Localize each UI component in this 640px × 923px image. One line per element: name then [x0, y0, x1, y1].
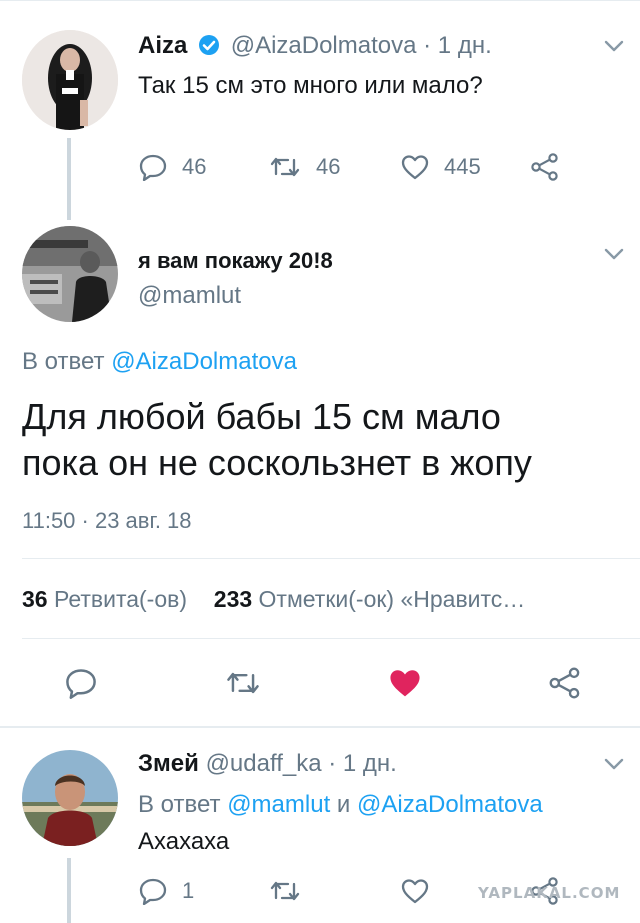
avatar-photo-aiza [22, 30, 118, 130]
reply-button[interactable]: 1 [138, 877, 268, 905]
like-button[interactable]: 445 [400, 153, 530, 181]
avatar[interactable] [22, 750, 118, 846]
reply-context: В ответ @AizaDolmatova [22, 348, 297, 376]
tweet-text: Ахахаха [138, 828, 230, 855]
share-icon [548, 666, 582, 700]
thread-line [67, 138, 71, 220]
tweet-header: Змей @udaff_ka · 1 дн. [138, 750, 397, 778]
reply-count: 1 [182, 878, 195, 903]
author-handle[interactable]: @udaff_ka [206, 750, 322, 777]
engagement-stats: 36 Ретвита(-ов) 233 Отметки(-ок) «Нравит… [22, 586, 525, 613]
retweet-button[interactable]: 46 [268, 154, 400, 180]
tweet-header: Aiza @AizaDolmatova · 1 дн. [138, 32, 492, 63]
author-handle[interactable]: @AizaDolmatova [231, 32, 417, 59]
reply-to-link[interactable]: @AizaDolmatova [357, 791, 543, 818]
retweet-icon [268, 878, 302, 904]
author-name[interactable]: Змей [138, 750, 199, 777]
tweet-time: · 1 дн. [423, 32, 492, 59]
tweet-text: Для любой бабы 15 см мало пока он не сос… [22, 394, 532, 486]
tweet-text-line: пока он не соскользнет в жопу [22, 442, 532, 483]
reply-to-link[interactable]: @AizaDolmatova [111, 348, 297, 375]
reply-count: 46 [182, 154, 207, 179]
chevron-down-icon[interactable] [604, 244, 624, 267]
reply-icon [138, 153, 168, 181]
reply-icon [64, 667, 98, 699]
author-name[interactable]: Aiza [138, 32, 187, 59]
tweet-timestamp: 11:50 · 23 авг. 18 [22, 508, 192, 533]
tweet-actions [64, 666, 582, 700]
watermark: YAPLAKAL.COM [478, 884, 621, 902]
retweets-count[interactable]: 36 [22, 586, 48, 612]
retweet-button[interactable] [268, 878, 400, 904]
avatar-photo-udaff [22, 750, 118, 846]
author-handle[interactable]: @mamlut [138, 282, 241, 310]
verified-icon [198, 34, 220, 63]
share-button[interactable] [548, 666, 582, 700]
reply-prefix: В ответ [138, 791, 221, 818]
reply-prefix: В ответ [22, 348, 105, 375]
retweet-button[interactable] [224, 668, 386, 698]
thread-line [67, 858, 71, 923]
tweet-time: · 1 дн. [328, 750, 397, 777]
like-icon [400, 877, 430, 905]
reply-to-link[interactable]: @mamlut [227, 791, 330, 818]
like-icon-active [386, 666, 424, 700]
share-button[interactable] [530, 152, 560, 182]
reply-icon [138, 877, 168, 905]
tweet-text: Так 15 см это много или мало? [138, 72, 483, 99]
retweets-label[interactable]: Ретвита(-ов) [54, 586, 187, 612]
chevron-down-icon[interactable] [604, 36, 624, 59]
like-icon [400, 153, 430, 181]
reply-and: и [336, 791, 351, 818]
like-count: 445 [444, 154, 481, 179]
avatar[interactable] [22, 30, 118, 130]
avatar-photo-mamlut [22, 226, 118, 322]
divider [22, 558, 640, 559]
reply-context: В ответ @mamlut и @AizaDolmatova [138, 791, 543, 819]
tweet-text-line: Для любой бабы 15 см мало [22, 396, 501, 437]
divider [22, 638, 640, 639]
likes-label[interactable]: Отметки(-ок) «Нравитс… [259, 586, 526, 612]
retweet-icon [224, 668, 262, 698]
like-button[interactable] [386, 666, 548, 700]
tweet-actions: 46 46 445 [138, 152, 560, 182]
reply-button[interactable]: 46 [138, 153, 268, 181]
retweet-count: 46 [316, 154, 341, 179]
author-name[interactable]: я вам покажу 20!8 [138, 248, 333, 274]
reply-button[interactable] [64, 667, 224, 699]
share-icon [530, 152, 560, 182]
divider [0, 726, 640, 728]
chevron-down-icon[interactable] [604, 754, 624, 777]
avatar[interactable] [22, 226, 118, 322]
likes-count[interactable]: 233 [214, 586, 252, 612]
retweet-icon [268, 154, 302, 180]
top-separator [0, 0, 640, 8]
